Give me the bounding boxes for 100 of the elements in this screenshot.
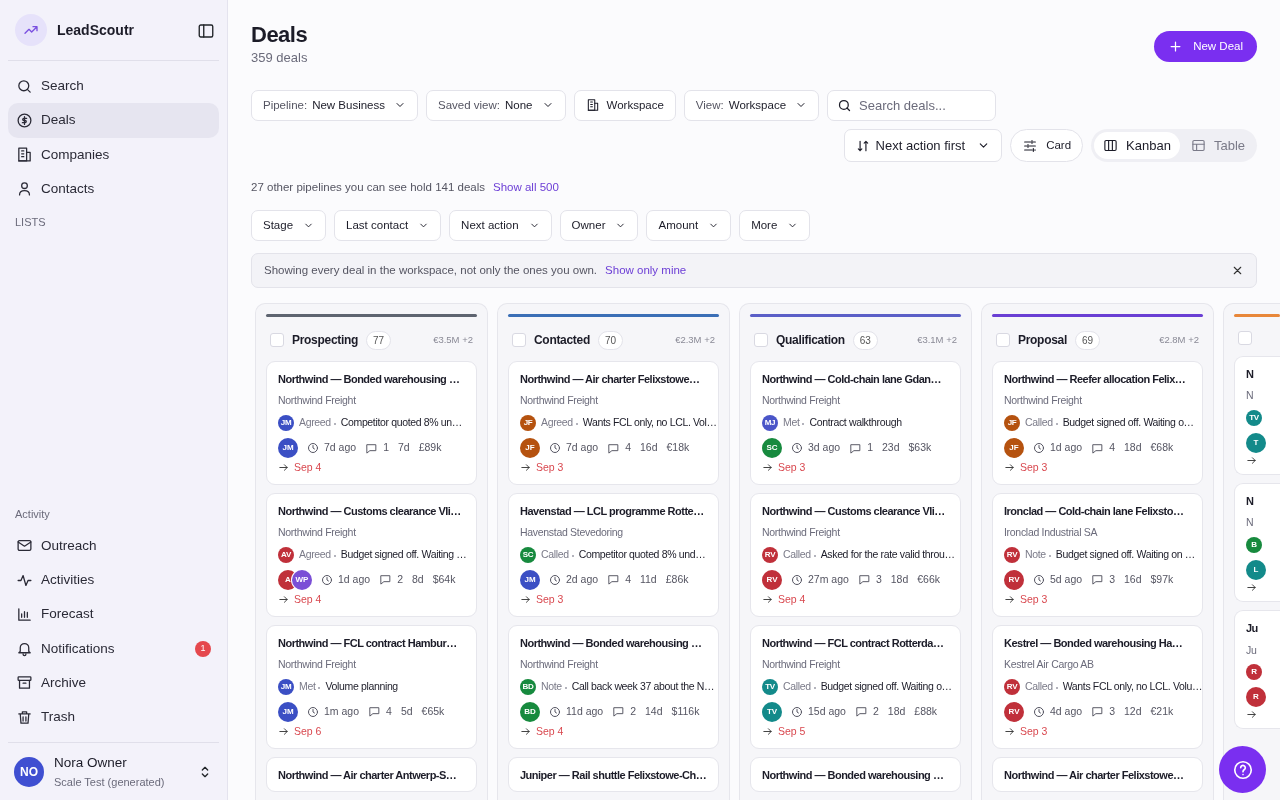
- workspace-button[interactable]: Workspace: [573, 89, 676, 121]
- filter-chip[interactable]: Amount: [646, 209, 732, 241]
- checkbox[interactable]: [754, 333, 768, 348]
- deal-card[interactable]: Ju Ju R R: [1234, 610, 1280, 730]
- deal-card[interactable]: Northwind — Customs clearance Vli… Northwind Freight RV Called Asked for the rate valid throu… RV 27m ago 3 18d €66k Sep 4: [750, 492, 961, 617]
- deal-card[interactable]: Northwind — FCL contract Hambur… Northwind Freight JM Met Volume planning JM 1m ago 4 5d €65k Sep 6: [266, 624, 477, 749]
- activity-type: Agreed: [299, 415, 336, 431]
- show-all-link[interactable]: Show all 500: [493, 179, 559, 197]
- arrow-right-icon: [1246, 709, 1257, 721]
- deal-age: 23d: [881, 440, 900, 456]
- filter-chip[interactable]: Stage: [251, 209, 327, 241]
- clock-icon: [549, 573, 561, 586]
- card-density-button[interactable]: Card: [1010, 129, 1084, 163]
- comment-icon: [379, 573, 393, 587]
- count-badge: 69: [1074, 330, 1101, 350]
- activity-type: Note: [541, 678, 567, 695]
- deal-age: 18d: [890, 572, 909, 588]
- deal-card[interactable]: Northwind — Cold-chain lane Gdan… Northwind Freight MJ Met Contract walkthrough SC 3d ago 1 23d $63k Sep 3: [750, 360, 961, 485]
- view-toggle[interactable]: Kanban: [1094, 131, 1180, 160]
- nav-item[interactable]: Search: [8, 69, 219, 104]
- deal-card[interactable]: Northwind — Bonded warehousing … Northwind Freight BD Note Call back week 37 about the N… BD 11d ago 2 14d $116k Sep 4: [508, 624, 719, 749]
- column-title: Proposal: [1018, 332, 1067, 350]
- nav-item[interactable]: Deals: [8, 103, 219, 138]
- last-contact-time: 11d ago: [566, 703, 604, 719]
- checkbox[interactable]: [996, 333, 1010, 348]
- table-icon: [1190, 138, 1206, 154]
- comment-count: 4: [625, 440, 631, 456]
- deal-card[interactable]: Juniper — Rail shuttle Felixstowe-Ch…: [508, 756, 719, 792]
- nav-item[interactable]: Trash: [8, 700, 219, 735]
- nav-item[interactable]: Contacts: [8, 171, 219, 206]
- activity-type: Agreed: [299, 547, 336, 563]
- avatar: B: [1246, 537, 1262, 554]
- user-name: Nora Owner: [54, 754, 128, 773]
- company-name: Northwind Freight: [520, 393, 599, 409]
- deal-card[interactable]: Northwind — Bonded warehousing … Northwind Freight JM Agreed Competitor quoted 8% un… JM 7d ago 1 7d £89k Sep 4: [266, 360, 477, 485]
- checkbox[interactable]: [512, 333, 526, 348]
- deal-card[interactable]: Havenstad — LCL programme Rotte… Havenstad Stevedoring SC Called Competitor quoted 8% und… JM 2d ago 4 11d £86k Sep 3: [508, 492, 719, 617]
- checkbox[interactable]: [270, 333, 284, 348]
- avatar: TV: [762, 678, 778, 695]
- nav-item[interactable]: Archive: [8, 665, 219, 700]
- deal-card[interactable]: Kestrel — Bonded warehousing Ha… Kestrel Air Cargo AB RV Called Wants FCL only, no LCL. Volu… RV 4d ago 3 12d €21k Sep 3: [992, 624, 1203, 749]
- columns-icon: [1103, 138, 1119, 154]
- deal-card[interactable]: N N B L: [1234, 483, 1280, 603]
- search-field[interactable]: Search deals...: [827, 89, 997, 121]
- deal-title: Kestrel — Bonded warehousing Ha…: [1004, 635, 1184, 651]
- avatar: MJ: [762, 415, 778, 432]
- activity-note: Volume planning: [325, 678, 398, 694]
- filter-chip[interactable]: Last contact: [334, 209, 442, 241]
- filter-chip[interactable]: Next action: [449, 209, 552, 241]
- nav-item[interactable]: Activities: [8, 563, 219, 598]
- deal-card[interactable]: Northwind — FCL contract Rotterda… Northwind Freight TV Called Budget signed off. Waiting o… TV 15d ago 2 18d £88k Sep 5: [750, 624, 961, 749]
- deal-title: N: [1246, 494, 1255, 510]
- show-only-mine-link[interactable]: Show only mine: [605, 261, 687, 279]
- filter-dropdown[interactable]: Pipeline: New Business: [251, 89, 418, 121]
- deal-card[interactable]: N N TV T: [1234, 355, 1280, 476]
- next-action-date: Sep 4: [778, 591, 806, 607]
- arrow-right-icon: [762, 726, 773, 738]
- deal-card[interactable]: Northwind — Reefer allocation Felix… Northwind Freight JF Called Budget signed off. Waiting o… JF 1d ago 4 18d €68k Sep 3: [992, 360, 1203, 485]
- activity-note: Budget signed off. Waiting on …: [1055, 547, 1195, 563]
- section-heading: Activity: [14, 507, 51, 523]
- activity-type: Met: [299, 678, 321, 695]
- last-contact-time: 3d ago: [808, 440, 841, 456]
- deal-card[interactable]: Ironclad — Cold-chain lane Felixsto… Ironclad Industrial SA RV Note Budget signed off. Waiting on … RV 5d ago 3 16d $97k Sep 3: [992, 492, 1203, 617]
- nav-item[interactable]: Forecast: [8, 597, 219, 632]
- company-name: Havenstad Stevedoring: [520, 525, 624, 541]
- avatar: RV: [1004, 569, 1024, 590]
- checkbox[interactable]: [1238, 330, 1252, 345]
- deal-age: 16d: [639, 440, 658, 456]
- deal-title: Ju: [1246, 621, 1259, 637]
- deal-card[interactable]: Northwind — Bonded warehousing …: [750, 756, 961, 792]
- deal-title: Ironclad — Cold-chain lane Felixsto…: [1004, 503, 1185, 519]
- deal-card[interactable]: Northwind — Air charter Felixstowe… Northwind Freight JF Agreed Wants FCL only, no LCL. Vol… JF 7d ago 4 16d €18k Sep 3: [508, 360, 719, 485]
- building-icon: [585, 98, 600, 113]
- nav-item[interactable]: Companies: [8, 137, 219, 172]
- archive-icon: [16, 674, 33, 692]
- filter-chip[interactable]: Owner: [559, 209, 639, 241]
- filter-dropdown[interactable]: View: Workspace: [683, 89, 820, 121]
- plus-icon: [1168, 39, 1184, 55]
- avatar: L: [1246, 560, 1266, 581]
- new-deal-button[interactable]: New Deal: [1154, 31, 1257, 63]
- sort-dropdown[interactable]: Next action first: [843, 129, 1003, 163]
- comment-icon: [1091, 441, 1105, 455]
- filter-dropdown[interactable]: Saved view: None: [426, 89, 566, 121]
- comment-icon: [612, 705, 626, 719]
- clock-icon: [321, 573, 333, 586]
- clock-icon: [307, 705, 319, 718]
- company-name: Northwind Freight: [1004, 393, 1083, 409]
- column-total: €2.8M +2: [1159, 333, 1199, 348]
- nav-item[interactable]: Notifications 1: [8, 631, 219, 666]
- view-toggle[interactable]: Table: [1181, 131, 1254, 160]
- nav-item[interactable]: Outreach: [8, 528, 219, 563]
- deal-amount: $97k: [1150, 572, 1174, 588]
- deal-card[interactable]: Northwind — Air charter Antwerp-S…: [266, 756, 477, 792]
- filter-chip[interactable]: More: [739, 209, 811, 241]
- comment-icon: [607, 573, 621, 587]
- activity-note: Contract walkthrough: [809, 415, 902, 431]
- deal-card[interactable]: Northwind — Air charter Felixstowe…: [992, 756, 1203, 792]
- dollar-icon: [16, 111, 33, 129]
- deal-card[interactable]: Northwind — Customs clearance Vli… Northwind Freight AV Agreed Budget signed off. Waiting … A WP 1d ago 2 8d $64k Sep 4: [266, 492, 477, 617]
- arrow-right-icon: [762, 594, 773, 606]
